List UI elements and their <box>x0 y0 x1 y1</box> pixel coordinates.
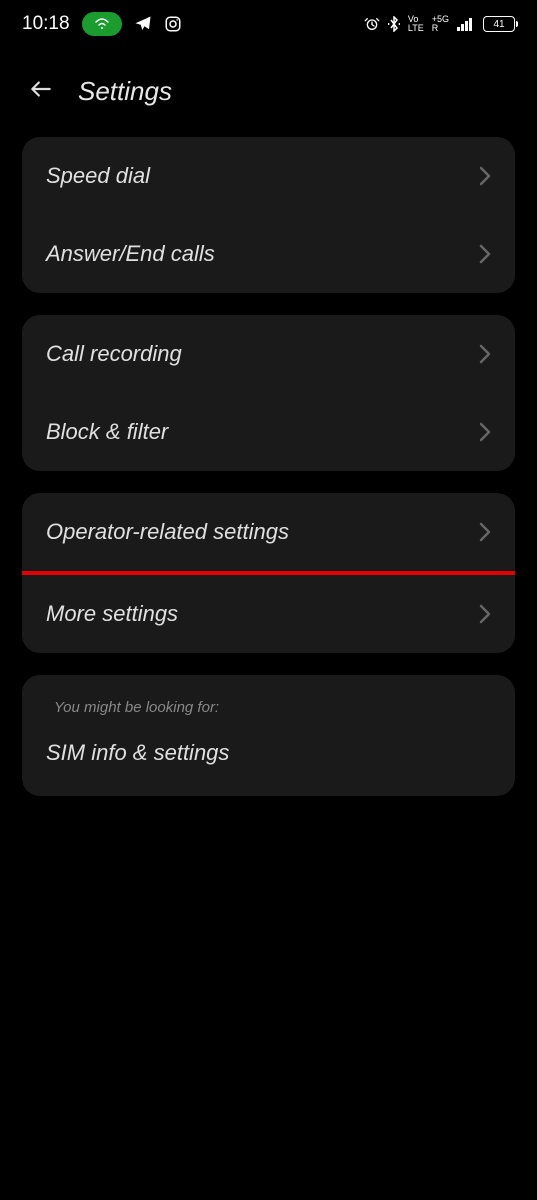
instagram-icon <box>164 15 182 33</box>
more-settings-label: More settings <box>46 601 178 627</box>
battery-icon: 41 <box>483 16 515 32</box>
answer-end-calls-label: Answer/End calls <box>46 241 215 267</box>
status-bar: 10:18 VoLTE +5GR <box>0 0 537 48</box>
answer-end-calls-row[interactable]: Answer/End calls <box>22 215 515 293</box>
status-left: 10:18 <box>22 12 182 36</box>
sim-info-row[interactable]: SIM info & settings <box>22 720 515 796</box>
speed-dial-row[interactable]: Speed dial <box>22 137 515 215</box>
more-settings-row[interactable]: More settings <box>22 575 515 653</box>
back-button[interactable] <box>28 76 54 107</box>
page-title: Settings <box>78 76 172 107</box>
speed-dial-label: Speed dial <box>46 163 150 189</box>
volte-icon: VoLTE <box>408 15 424 33</box>
battery-level: 41 <box>493 19 504 30</box>
operator-settings-row[interactable]: Operator-related settings <box>22 493 515 571</box>
clock: 10:18 <box>22 13 70 35</box>
chevron-right-icon <box>479 344 491 364</box>
content: Speed dial Answer/End calls Call recordi… <box>0 125 537 830</box>
signal-icon <box>457 17 475 31</box>
chevron-right-icon <box>479 166 491 186</box>
wifi-icon <box>94 18 110 30</box>
chevron-right-icon <box>479 422 491 442</box>
settings-group-4: You might be looking for: SIM info & set… <box>22 675 515 796</box>
highlight-box: Operator-related settings <box>22 493 515 575</box>
chevron-right-icon <box>479 522 491 542</box>
block-filter-label: Block & filter <box>46 419 168 445</box>
settings-group-1: Speed dial Answer/End calls <box>22 137 515 293</box>
bluetooth-icon <box>388 16 400 32</box>
hint-text: You might be looking for: <box>22 675 515 720</box>
status-right: VoLTE +5GR 41 <box>364 15 515 33</box>
network-5g-icon: +5GR <box>432 15 449 33</box>
chevron-right-icon <box>479 604 491 624</box>
block-filter-row[interactable]: Block & filter <box>22 393 515 471</box>
wifi-call-pill <box>82 12 122 36</box>
alarm-icon <box>364 16 380 32</box>
chevron-right-icon <box>479 244 491 264</box>
header: Settings <box>0 48 537 125</box>
sim-info-label: SIM info & settings <box>46 740 229 765</box>
operator-settings-label: Operator-related settings <box>46 519 289 545</box>
telegram-icon <box>134 15 152 33</box>
settings-group-2: Call recording Block & filter <box>22 315 515 471</box>
call-recording-row[interactable]: Call recording <box>22 315 515 393</box>
call-recording-label: Call recording <box>46 341 182 367</box>
arrow-left-icon <box>28 76 54 102</box>
settings-group-3: Operator-related settings More settings <box>22 493 515 653</box>
